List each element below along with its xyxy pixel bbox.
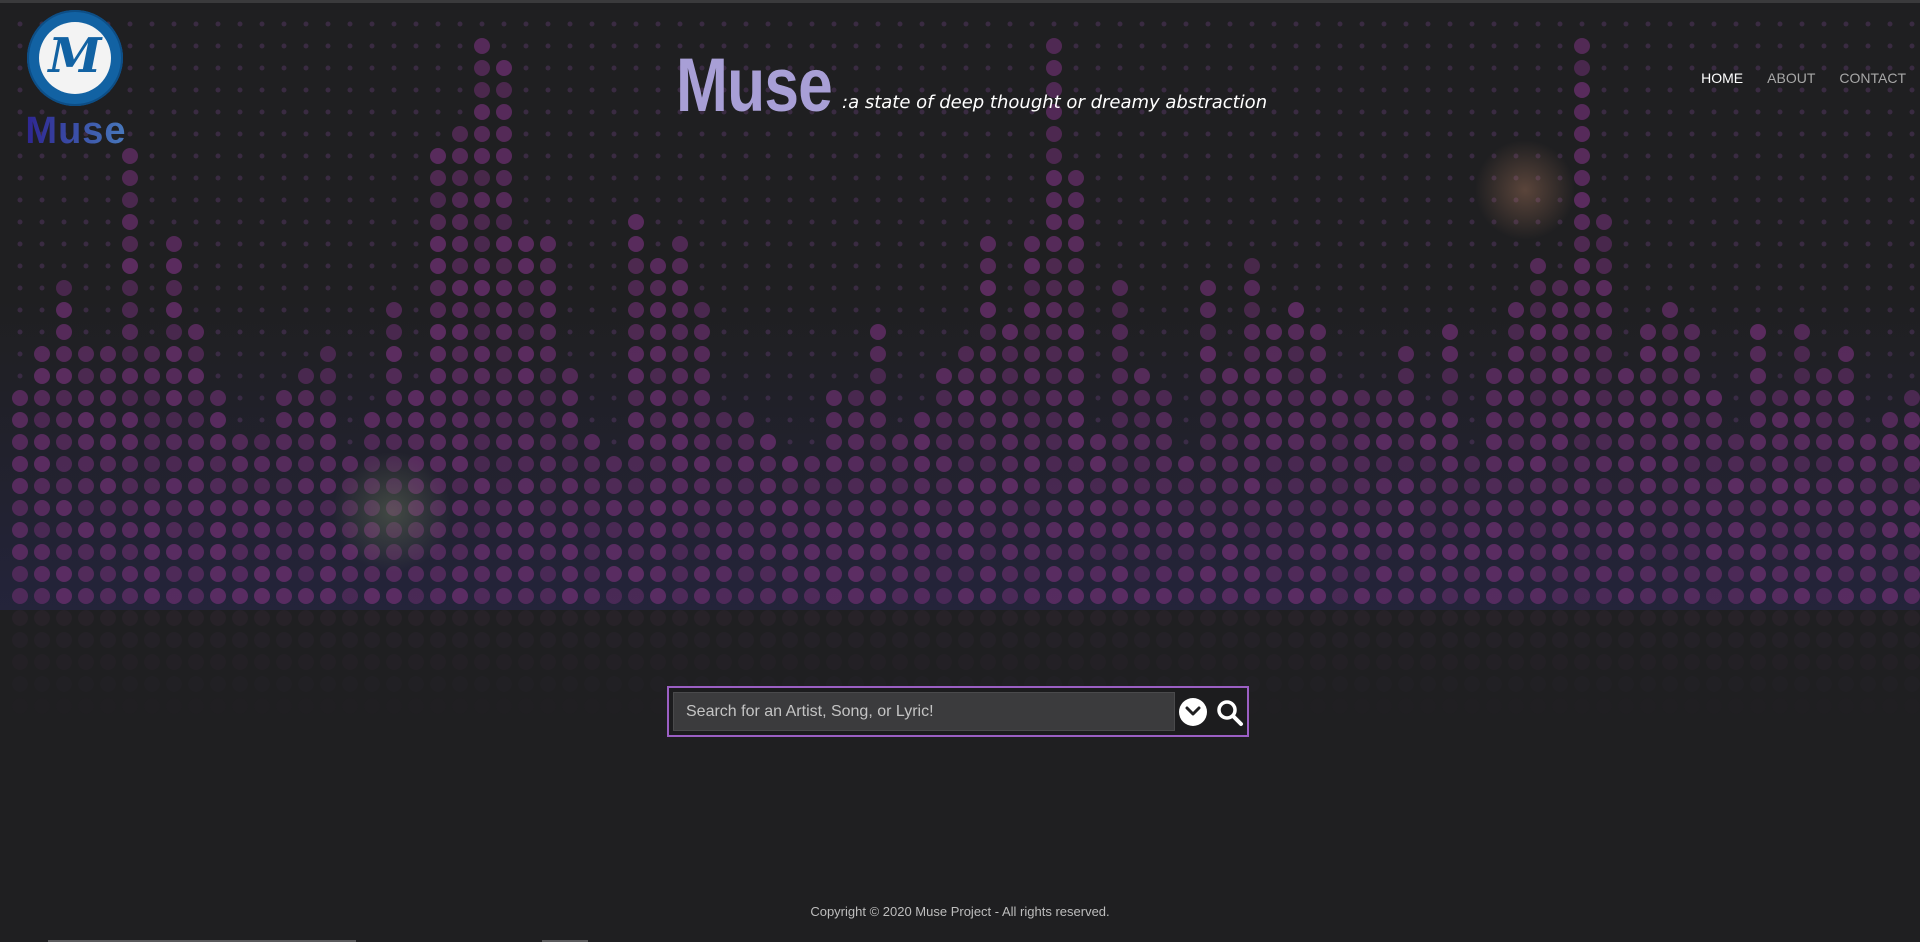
- dropdown-toggle-button[interactable]: [1179, 698, 1207, 726]
- nav-about[interactable]: ABOUT: [1767, 70, 1815, 86]
- search-input[interactable]: [673, 692, 1175, 731]
- search-bar: [667, 686, 1249, 737]
- search-button[interactable]: [1215, 698, 1245, 728]
- nav-home[interactable]: HOME: [1701, 70, 1743, 86]
- main-nav: HOME ABOUT CONTACT: [1701, 70, 1906, 86]
- chevron-down-icon: [1185, 706, 1201, 716]
- brand-header: Muse :a state of deep thought or dreamy …: [676, 43, 1267, 128]
- brand-title: Muse: [676, 43, 833, 128]
- nav-contact[interactable]: CONTACT: [1839, 70, 1906, 86]
- brand-tagline: :a state of deep thought or dreamy abstr…: [842, 92, 1268, 113]
- background-equalizer-visual: [0, 21, 1920, 714]
- logo-text: Muse: [18, 110, 134, 153]
- logo-badge: M: [27, 10, 123, 106]
- footer-copyright: Copyright © 2020 Muse Project - All righ…: [810, 904, 1110, 919]
- search-icon: [1217, 700, 1243, 726]
- page: M Muse Muse :a state of deep thought or …: [0, 0, 1920, 942]
- logo-letter: M: [48, 28, 102, 84]
- site-logo[interactable]: M Muse: [18, 10, 134, 153]
